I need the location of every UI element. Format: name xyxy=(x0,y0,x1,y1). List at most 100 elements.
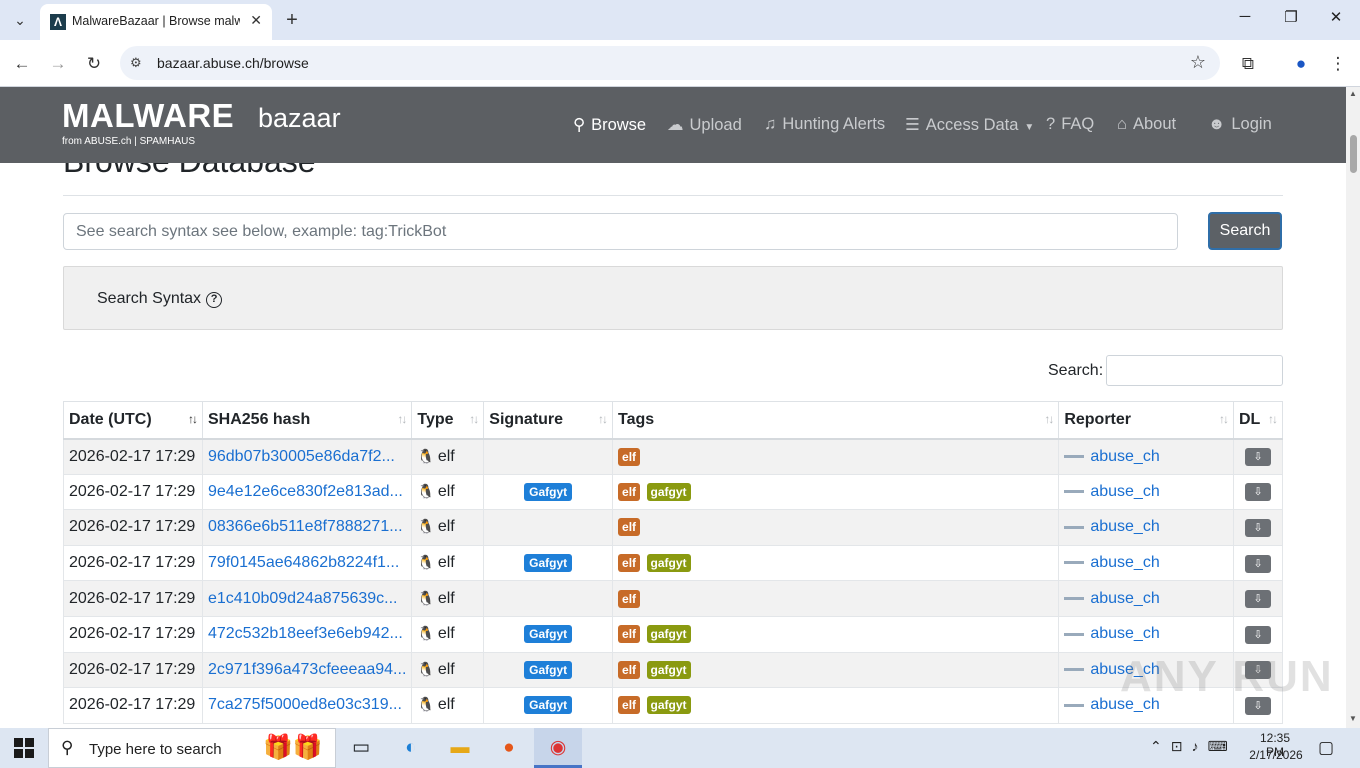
url-text[interactable]: bazaar.abuse.ch/browse xyxy=(157,55,309,71)
new-tab-button[interactable]: + xyxy=(280,8,304,32)
scroll-thumb[interactable] xyxy=(1350,135,1357,173)
col-hash[interactable]: SHA256 hash ↑↓ xyxy=(201,401,413,440)
hash-cell: e1c410b09d24a875639c... xyxy=(201,580,413,617)
taskbar-search-box[interactable]: ⚲ Type here to search 🎁🎁 xyxy=(48,728,336,768)
cloud-download-icon[interactable]: ⇩ xyxy=(1245,554,1271,573)
file-explorer-icon[interactable]: ▬ xyxy=(447,736,473,760)
tag-badge[interactable]: elf xyxy=(618,482,641,501)
cloud-download-icon[interactable]: ⇩ xyxy=(1245,625,1271,644)
col-date[interactable]: Date (UTC) ↑↓ xyxy=(63,401,203,440)
signature-badge[interactable]: Gafgyt xyxy=(524,482,573,501)
reporter-link[interactable]: abuse_ch xyxy=(1090,590,1159,607)
col-reporter[interactable]: Reporter ↑↓ xyxy=(1058,401,1234,440)
firefox-icon[interactable]: ● xyxy=(496,736,522,760)
url-bar[interactable]: ⚙ bazaar.abuse.ch/browse ☆ xyxy=(120,46,1220,80)
signature-badge[interactable]: Gafgyt xyxy=(524,625,573,644)
cloud-download-icon[interactable]: ⇩ xyxy=(1245,483,1271,502)
hash-link[interactable]: 2c971f396a473cfeeeaa94... xyxy=(208,661,406,678)
minimize-icon[interactable]: ─ xyxy=(1233,8,1257,25)
hash-link[interactable]: 96db07b30005e86da7f2... xyxy=(208,448,395,465)
tag-badge[interactable]: gafgyt xyxy=(646,482,691,501)
menu-icon[interactable]: ⋮ xyxy=(1326,52,1350,76)
tag-badge[interactable]: elf xyxy=(618,696,641,715)
reporter-link[interactable]: abuse_ch xyxy=(1090,518,1159,535)
system-tray-icons[interactable]: ⌃⊡♪⌨ xyxy=(1150,738,1237,755)
nav-faq[interactable]: ? FAQ xyxy=(1046,115,1094,134)
signature-badge[interactable]: Gafgyt xyxy=(524,696,573,715)
nav-about[interactable]: ⌂ About xyxy=(1117,115,1176,134)
tag-badge[interactable]: elf xyxy=(618,589,641,608)
nav-browse[interactable]: ⚲ Browse xyxy=(573,115,646,135)
date-cell: 2026-02-17 17:29 xyxy=(63,651,203,689)
dl-cell: ⇩ xyxy=(1233,509,1283,546)
profile-icon[interactable]: ● xyxy=(1289,52,1313,76)
tag-badge[interactable]: elf xyxy=(618,447,641,466)
close-tab-icon[interactable]: ✕ xyxy=(250,12,262,29)
search-input[interactable]: See search syntax see below, example: ta… xyxy=(63,213,1178,250)
cloud-download-icon[interactable]: ⇩ xyxy=(1245,590,1271,609)
site-info-icon[interactable]: ⚙ xyxy=(130,55,142,71)
signature-badge[interactable]: Gafgyt xyxy=(524,554,573,573)
tag-badge[interactable]: gafgyt xyxy=(646,660,691,679)
reporter-link[interactable]: abuse_ch xyxy=(1090,625,1159,642)
col-signature[interactable]: Signature ↑↓ xyxy=(483,401,614,440)
browser-tab[interactable]: Λ MalwareBazaar | Browse malwa ✕ xyxy=(40,4,272,40)
hash-cell: 2c971f396a473cfeeeaa94... xyxy=(201,651,413,689)
signature-cell: Gafgyt xyxy=(483,544,614,582)
reporter-link[interactable]: abuse_ch xyxy=(1090,448,1159,465)
col-tags[interactable]: Tags ↑↓ xyxy=(612,401,1060,440)
hash-link[interactable]: 472c532b18eef3e6eb942... xyxy=(208,625,403,642)
tag-badge[interactable]: gafgyt xyxy=(646,696,691,715)
nav-access-data[interactable]: ☰ Access Data ▼ xyxy=(905,115,1034,135)
scroll-up-icon[interactable]: ▲ xyxy=(1349,89,1357,98)
hash-link[interactable]: 7ca275f5000ed8e03c319... xyxy=(208,696,402,713)
hash-link[interactable]: e1c410b09d24a875639c... xyxy=(208,590,398,607)
chrome-taskbar-active[interactable]: ◉ xyxy=(534,728,582,768)
close-window-icon[interactable]: ✕ xyxy=(1324,8,1348,26)
tag-badge[interactable]: elf xyxy=(618,625,641,644)
tag-badge[interactable]: gafgyt xyxy=(646,625,691,644)
hash-link[interactable]: 79f0145ae64862b8224f1... xyxy=(208,554,399,571)
site-logo[interactable]: MALWARE xyxy=(62,97,234,135)
forward-icon[interactable]: → xyxy=(46,52,70,76)
search-syntax-panel[interactable]: Search Syntax? xyxy=(63,266,1283,330)
tag-badge[interactable]: elf xyxy=(618,518,641,537)
cloud-download-icon[interactable]: ⇩ xyxy=(1245,448,1271,467)
signature-cell: Gafgyt xyxy=(483,687,614,724)
tag-badge[interactable]: gafgyt xyxy=(646,554,691,573)
extensions-icon[interactable]: ⧉ xyxy=(1236,52,1260,76)
maximize-icon[interactable]: ❐ xyxy=(1279,8,1303,26)
bookmark-star-icon[interactable]: ☆ xyxy=(1190,52,1206,73)
search-button[interactable]: Search xyxy=(1208,212,1282,250)
scroll-down-icon[interactable]: ▼ xyxy=(1349,714,1357,723)
hash-link[interactable]: 08366e6b511e8f7888271... xyxy=(208,518,403,535)
tab-search-icon[interactable]: ⌄ xyxy=(8,8,32,32)
nav-hunting-alerts[interactable]: ♫ Hunting Alerts xyxy=(764,115,885,134)
type-cell: 🐧 elf xyxy=(411,651,485,689)
col-type[interactable]: Type ↑↓ xyxy=(411,401,485,440)
nav-browse-label: Browse xyxy=(591,116,647,134)
tag-badge[interactable]: elf xyxy=(618,554,641,573)
reporter-link[interactable]: abuse_ch xyxy=(1090,554,1159,571)
signature-badge[interactable]: Gafgyt xyxy=(524,660,573,679)
nav-login[interactable]: ☻ Login xyxy=(1208,115,1272,134)
type-label: elf xyxy=(437,447,455,465)
search-syntax-toggle[interactable]: Search Syntax? xyxy=(97,290,223,308)
edge-icon[interactable]: ◐ xyxy=(398,736,424,760)
reporter-link[interactable]: abuse_ch xyxy=(1090,483,1159,500)
reload-icon[interactable]: ↻ xyxy=(82,52,106,76)
clock-date[interactable]: 2/17/2026 xyxy=(1248,748,1304,762)
table-search-input[interactable] xyxy=(1106,355,1283,386)
type-cell: 🐧 elf xyxy=(411,687,485,724)
site-logo-sub[interactable]: bazaar xyxy=(258,103,341,134)
hash-link[interactable]: 9e4e12e6ce830f2e813ad... xyxy=(208,483,403,500)
tag-badge[interactable]: elf xyxy=(618,660,641,679)
page-scrollbar[interactable]: ▲ ▼ xyxy=(1346,87,1360,728)
windows-start-icon[interactable] xyxy=(14,738,34,758)
cloud-download-icon[interactable]: ⇩ xyxy=(1245,518,1271,537)
nav-upload[interactable]: ☁ Upload xyxy=(667,115,742,135)
back-icon[interactable]: ← xyxy=(10,52,34,76)
notification-icon[interactable]: ▢ xyxy=(1318,738,1334,758)
col-dl[interactable]: DL ↑↓ xyxy=(1233,401,1283,440)
task-view-icon[interactable]: ▭ xyxy=(348,736,374,760)
